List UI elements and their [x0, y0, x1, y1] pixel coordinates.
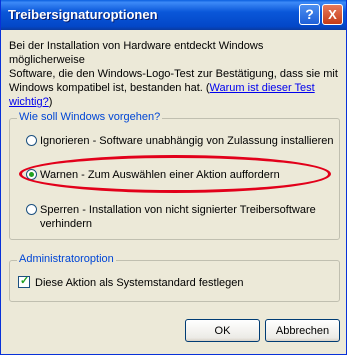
title-bar[interactable]: Treibersignaturoptionen ? X	[1, 0, 346, 30]
radio-block[interactable]	[26, 204, 37, 215]
behavior-group-title: Wie soll Windows vorgehen?	[17, 111, 163, 123]
option-block-label: Sperren - Installation von nicht signier…	[40, 204, 316, 216]
intro-line-4-suffix: )	[48, 96, 53, 108]
why-important-link[interactable]: Warum ist dieser Test	[210, 82, 315, 94]
dialog-window: Treibersignaturoptionen ? X Bei der Inst…	[0, 0, 347, 355]
option-block-label-line2: verhindern	[40, 218, 92, 230]
default-setting-checkbox[interactable]: ✓	[18, 275, 30, 288]
highlight-oval	[19, 155, 331, 193]
default-setting-label: Diese Aktion als Systemstandard festlege…	[35, 277, 244, 289]
window-title: Treibersignaturoptionen	[8, 7, 158, 22]
why-important-link-cont[interactable]: wichtig?	[9, 96, 49, 108]
checkmark-icon: ✓	[20, 275, 30, 287]
intro-line-2: Software, die den Windows-Logo-Test zur …	[9, 68, 338, 80]
radio-ignore[interactable]	[26, 135, 37, 146]
help-button[interactable]: ?	[299, 4, 320, 25]
option-ignore-label: Ignorieren - Software unabhängig von Zul…	[40, 135, 334, 147]
admin-group: Administratoroption ✓ Diese Aktion als S…	[9, 253, 340, 302]
intro-line-1: Bei der Installation von Hardware entdec…	[9, 40, 264, 66]
cancel-button[interactable]: Abbrechen	[265, 319, 340, 342]
ok-button[interactable]: OK	[185, 319, 260, 342]
intro-line-3: Windows kompatibel ist, bestanden hat. (	[9, 82, 210, 94]
admin-group-title: Administratoroption	[17, 253, 116, 265]
close-button[interactable]: X	[322, 4, 343, 25]
intro-text: Bei der Installation von Hardware entdec…	[9, 39, 339, 109]
